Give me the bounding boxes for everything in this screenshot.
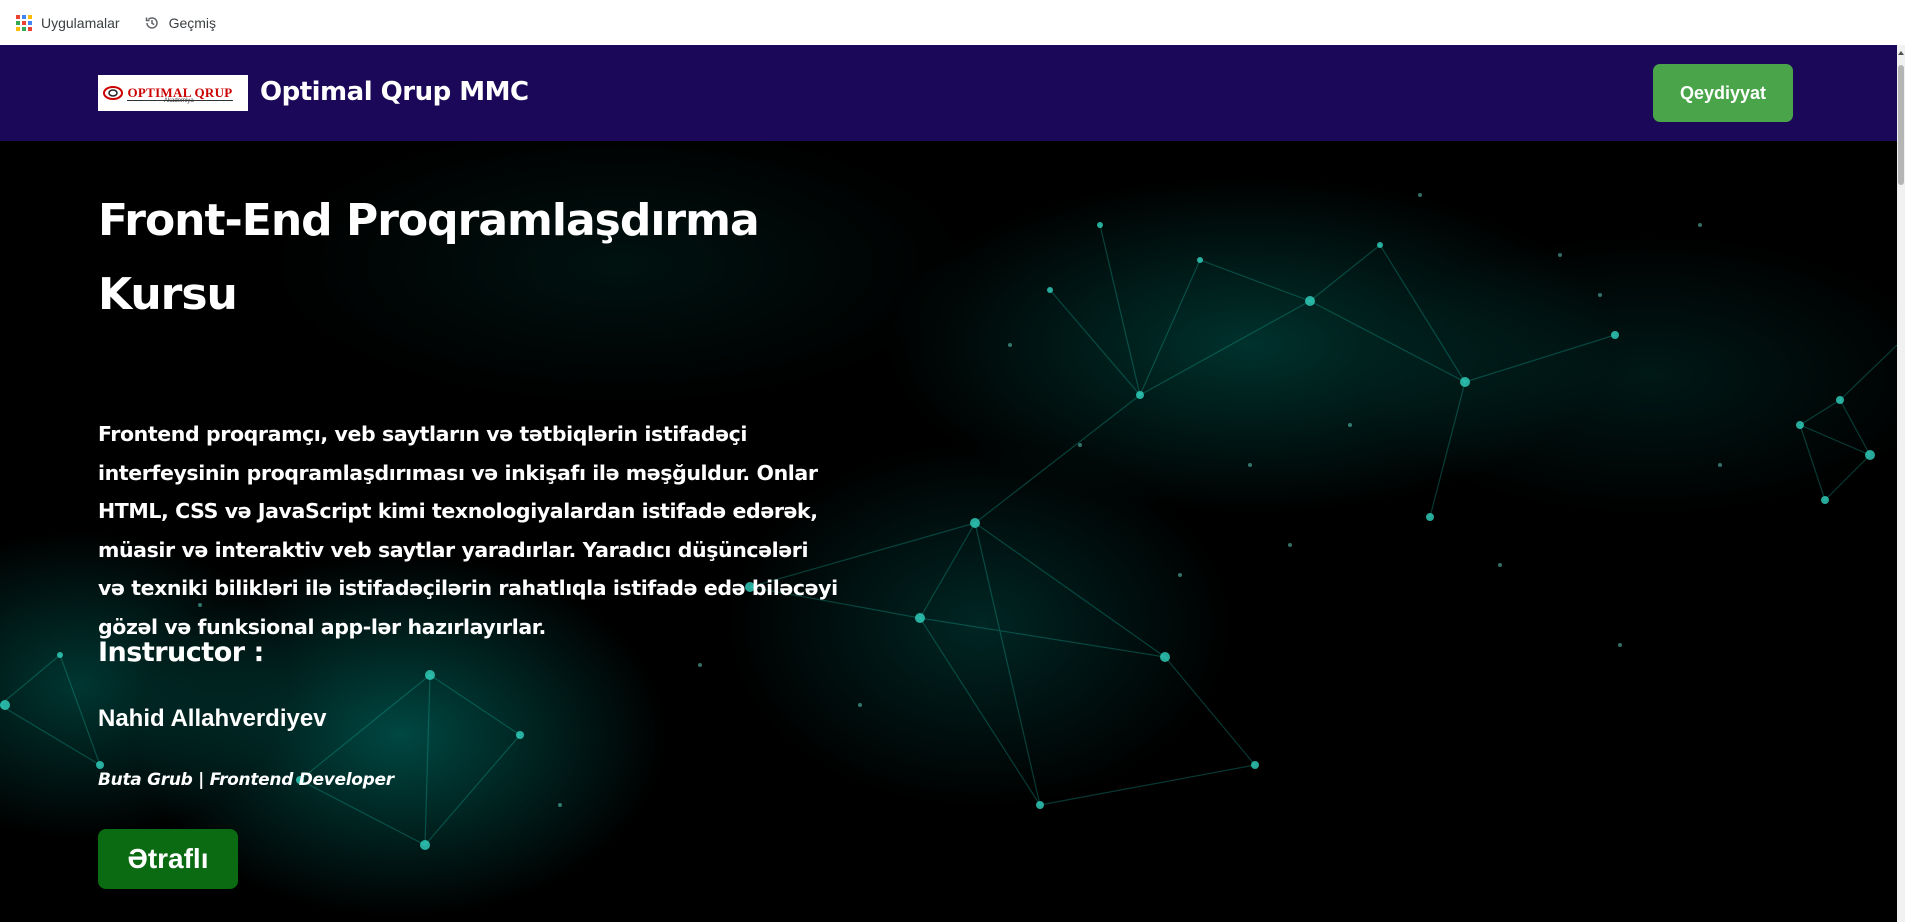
bookmark-history[interactable]: Geçmiş (136, 9, 224, 37)
top-navbar: OPTIMAL QRUP Akademiya Optimal Qrup MMC … (0, 45, 1897, 141)
instructor-heading: Instructor : (98, 637, 264, 668)
page-content: OPTIMAL QRUP Akademiya Optimal Qrup MMC … (0, 45, 1897, 922)
scroll-up-arrow-icon[interactable] (1897, 47, 1905, 59)
apps-grid-icon (16, 14, 32, 31)
register-button[interactable]: Qeydiyyat (1653, 64, 1793, 122)
bookmark-apps[interactable]: Uygulamalar (8, 9, 128, 37)
bookmarks-bar: Uygulamalar Geçmiş (0, 0, 1905, 45)
instructor-role: Buta Grub | Frontend Developer (98, 770, 394, 790)
bookmark-history-label: Geçmiş (168, 14, 217, 31)
course-description: Frontend proqramçı, veb saytların və tət… (98, 422, 838, 639)
brand-name[interactable]: Optimal Qrup MMC (260, 77, 529, 107)
scrollbar-thumb[interactable] (1898, 65, 1904, 185)
details-button[interactable]: Ətraflı (98, 829, 238, 889)
logo-swoosh-icon (103, 86, 123, 100)
vertical-scrollbar[interactable] (1897, 45, 1905, 922)
logo-subtext: Akademiya (164, 98, 194, 104)
company-logo[interactable]: OPTIMAL QRUP Akademiya (98, 75, 248, 111)
course-title: Front-End Proqramlaşdırma Kursu (98, 195, 760, 320)
history-clock-icon (144, 15, 160, 31)
bookmark-apps-label: Uygulamalar (41, 14, 120, 31)
instructor-name: Nahid Allahverdiyev (98, 705, 327, 732)
